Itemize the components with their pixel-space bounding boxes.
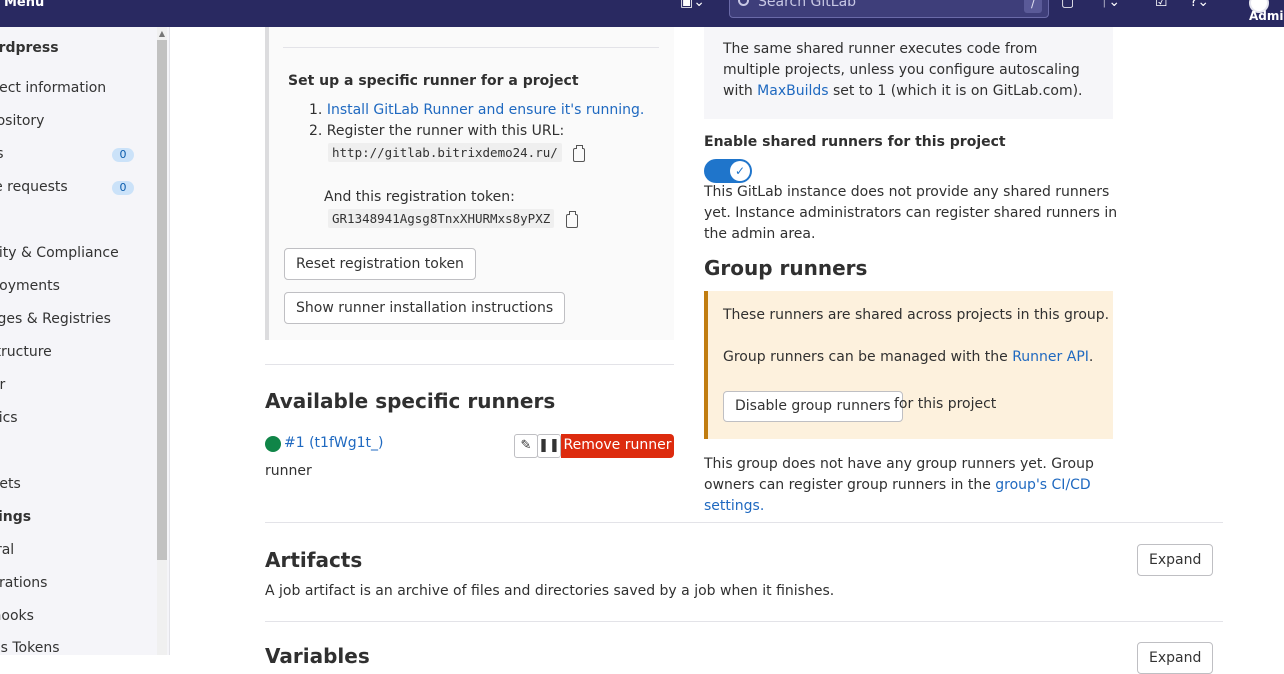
sidebar-item-integrations[interactable]: Integrations xyxy=(0,575,47,591)
scroll-up-icon[interactable]: ▲ xyxy=(157,29,167,38)
sidebar-item-infrastructure[interactable]: Infrastructure xyxy=(0,344,52,360)
registration-token: GR1348941Agsg8TnxXHURMxs8yPXZ xyxy=(328,209,555,228)
create-new-icon[interactable]: ▣⌄ xyxy=(680,0,705,10)
sidebar-item-merge-requests[interactable]: Merge requests xyxy=(0,179,68,195)
reset-registration-token-button[interactable]: Reset registration token xyxy=(284,248,476,280)
group-runners-alert: These runners are shared across projects… xyxy=(704,291,1113,439)
enable-shared-runners-label: Enable shared runners for this project xyxy=(704,134,1006,150)
group-runners-note: This group does not have any group runne… xyxy=(704,454,1124,517)
show-runner-instructions-button[interactable]: Show runner installation instructions xyxy=(284,292,566,324)
step-1-number: 1. xyxy=(309,102,323,118)
sidebar-item-webhooks[interactable]: Webhooks xyxy=(0,608,34,624)
search-input[interactable]: Search GitLab / xyxy=(729,0,1049,18)
variables-expand-button[interactable]: Expand xyxy=(1137,642,1214,674)
user-label: Admin xyxy=(1249,9,1284,23)
sidebar-item-settings[interactable]: Settings xyxy=(0,509,31,525)
sidebar-item-security-compliance[interactable]: Security & Compliance xyxy=(0,245,119,261)
sidebar-item-analytics[interactable]: Analytics xyxy=(0,410,18,426)
remove-runner-button[interactable]: Remove runner xyxy=(561,434,674,458)
variables-title: Variables xyxy=(265,644,370,668)
copy-token-icon[interactable] xyxy=(566,211,578,228)
shared-runners-info: The same shared runner executes code fro… xyxy=(704,27,1113,119)
count-badge: 0 xyxy=(112,181,134,195)
divider xyxy=(265,364,674,365)
artifacts-expand-button[interactable]: Expand xyxy=(1137,544,1214,576)
count-badge: 0 xyxy=(112,148,134,162)
help-icon[interactable]: ?⌄ xyxy=(1190,0,1209,10)
sidebar-item-issues[interactable]: Issues xyxy=(0,146,4,162)
step-2: 2. Register the runner with this URL: xyxy=(309,123,565,139)
group-shared-text: These runners are shared across projects… xyxy=(723,307,1110,323)
sidebar-item-snippets[interactable]: Snippets xyxy=(0,476,21,492)
install-runner-link[interactable]: Install GitLab Runner and ensure it's ru… xyxy=(327,102,644,118)
runner-link[interactable]: #1 (t1fWg1t_) xyxy=(284,435,383,451)
specific-runner-setup-panel: Set up a specific runner for a project 1… xyxy=(265,27,674,340)
shared-info-text-2: set to 1 (which it is on GitLab.com). xyxy=(828,83,1083,99)
runner-status-online-icon xyxy=(265,436,281,452)
check-icon: ✓ xyxy=(730,161,750,181)
runner-description: runner xyxy=(265,463,312,479)
shared-runners-note: This GitLab instance does not provide an… xyxy=(704,184,1118,242)
todos-icon[interactable]: ☑ xyxy=(1155,0,1168,10)
search-placeholder: Search GitLab xyxy=(758,0,857,10)
merge-requests-icon[interactable]: ᛉ⌄ xyxy=(1100,0,1120,10)
group-managed-text: Group runners can be managed with the Ru… xyxy=(723,349,1093,365)
sidebar-item-deployments[interactable]: Deployments xyxy=(0,278,60,294)
sidebar-item-repository[interactable]: Repository xyxy=(0,113,44,129)
registration-url: http://gitlab.bitrixdemo24.ru/ xyxy=(328,143,562,162)
artifacts-title: Artifacts xyxy=(265,548,363,572)
shared-runners-toggle[interactable]: ✓ xyxy=(704,159,752,183)
top-navbar: Menu ▣⌄ Search GitLab / ▢ ᛉ⌄ ☑ ?⌄ Admin xyxy=(0,0,1284,27)
runner-api-link[interactable]: Runner API xyxy=(1012,349,1089,365)
setup-title: Set up a specific runner for a project xyxy=(288,73,579,89)
disable-group-runners-button[interactable]: Disable group runners xyxy=(723,391,903,422)
maxbuilds-link[interactable]: MaxBuilds xyxy=(757,83,828,99)
pause-runner-icon[interactable]: ❚❚ xyxy=(537,434,561,458)
sidebar-item-access-tokens[interactable]: Access Tokens xyxy=(0,640,60,655)
sidebar-item-wordpress[interactable]: Wordpress xyxy=(0,40,59,56)
sidebar-item-monitor[interactable]: Monitor xyxy=(0,377,5,393)
sidebar-item-project-information[interactable]: Project information xyxy=(0,80,106,96)
group-runners-title: Group runners xyxy=(704,256,868,280)
sidebar-item-general[interactable]: General xyxy=(0,542,14,558)
edit-runner-icon[interactable]: ✎ xyxy=(514,434,538,458)
sidebar: Wordpress Project information Repository Is… xyxy=(0,27,170,655)
divider xyxy=(283,47,659,48)
sidebar-scrollbar-thumb[interactable] xyxy=(157,40,167,560)
divider xyxy=(265,621,1223,622)
for-this-project-text: for this project xyxy=(894,396,997,412)
sidebar-item-packages-registries[interactable]: Packages & Registries xyxy=(0,311,111,327)
divider xyxy=(265,522,1223,523)
copy-url-icon[interactable] xyxy=(573,145,585,162)
search-icon xyxy=(738,0,749,6)
token-label: And this registration token: xyxy=(324,189,515,205)
step-1: 1. Install GitLab Runner and ensure it's… xyxy=(309,102,644,118)
artifacts-description: A job artifact is an archive of files an… xyxy=(265,583,835,599)
period: . xyxy=(1088,349,1094,365)
menu-button[interactable]: Menu xyxy=(4,0,44,10)
group-managed-label: Group runners can be managed with the xyxy=(723,349,1013,365)
available-runners-title: Available specific runners xyxy=(265,389,556,413)
issues-icon[interactable]: ▢ xyxy=(1061,0,1074,10)
search-shortcut: / xyxy=(1024,0,1042,13)
